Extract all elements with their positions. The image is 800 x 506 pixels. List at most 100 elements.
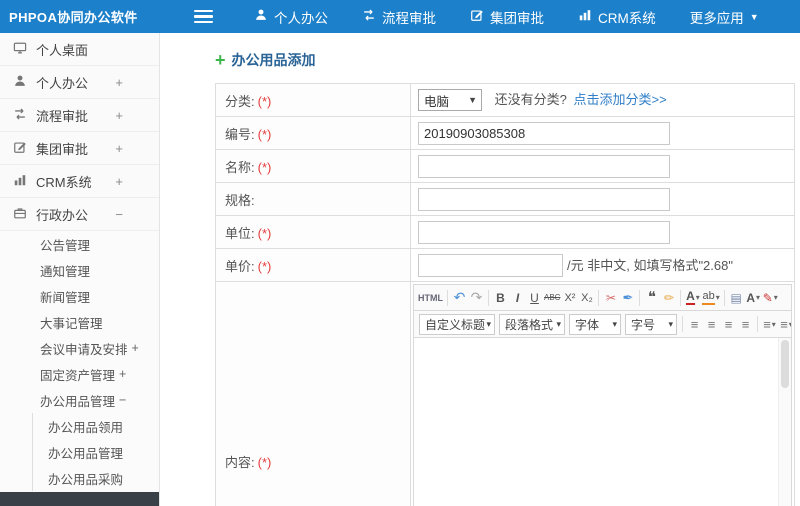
editor-scrollbar[interactable] bbox=[778, 338, 791, 506]
sidebar-item-meeting-request[interactable]: 会议申请及安排 + bbox=[0, 335, 159, 361]
chevron-down-icon: ▾ bbox=[789, 320, 791, 329]
edit-icon bbox=[470, 8, 490, 25]
align-center-button[interactable]: ≡ bbox=[703, 314, 720, 334]
category-label-cell: 分类: (*) bbox=[215, 83, 411, 117]
paragraph-format-select[interactable]: 段落格式 ▾ bbox=[499, 313, 565, 335]
blockquote-button[interactable]: ❝ bbox=[643, 288, 660, 308]
sidebar-item-supplies-purchase[interactable]: 办公用品采购 bbox=[33, 465, 159, 491]
unit-label-cell: 单位: (*) bbox=[215, 215, 411, 249]
sidebar-item-events-mgmt[interactable]: 大事记管理 bbox=[0, 309, 159, 335]
sidebar-selected-strip[interactable] bbox=[0, 492, 159, 506]
font-family-select[interactable]: 字体 ▾ bbox=[569, 313, 621, 335]
subscript-button[interactable]: X₂ bbox=[578, 288, 595, 308]
sidebar-item-personal-office[interactable]: 个人办公 + bbox=[0, 66, 159, 99]
category-select[interactable]: 电脑 ▼ bbox=[418, 89, 482, 112]
sidebar-item-personal-desktop[interactable]: 个人桌面 bbox=[0, 33, 159, 66]
sidebar-item-supplies-manage[interactable]: 办公用品管理 bbox=[33, 439, 159, 465]
nav-label: 更多应用 bbox=[689, 10, 744, 26]
bold-button[interactable]: B bbox=[492, 288, 509, 308]
font-size-select[interactable]: 字号 ▾ bbox=[625, 313, 677, 335]
heading-select[interactable]: 自定义标题 ▾ bbox=[419, 313, 495, 335]
chevron-down-icon: ▼ bbox=[468, 95, 477, 106]
nav-label: 个人办公 bbox=[274, 10, 328, 26]
font-color-button[interactable]: A ▾ bbox=[684, 288, 701, 308]
form-row-category: 分类: (*) 电脑 ▼ 还没有分类? 点击添加分类>> bbox=[215, 83, 795, 117]
add-category-link[interactable]: 点击添加分类>> bbox=[573, 92, 666, 107]
form-row-spec: 规格: bbox=[215, 182, 795, 216]
sidebar-item-announcement-mgmt[interactable]: 公告管理 bbox=[0, 231, 159, 257]
undo-button[interactable]: ↶ bbox=[451, 288, 468, 308]
nav-group-approval[interactable]: 集团审批 bbox=[453, 0, 561, 33]
spec-input[interactable] bbox=[418, 187, 670, 211]
italic-button[interactable]: I bbox=[509, 288, 526, 308]
sidebar-item-crm-system[interactable]: CRM系统 + bbox=[0, 165, 159, 198]
chart-icon bbox=[578, 8, 598, 25]
toolbar-divider bbox=[598, 289, 600, 306]
sidebar-item-admin-office[interactable]: 行政办公 − bbox=[0, 198, 159, 231]
nav-personal-office[interactable]: 个人办公 bbox=[237, 0, 345, 33]
align-justify-button[interactable]: ≡ bbox=[737, 314, 754, 334]
toolbar-divider bbox=[723, 289, 725, 306]
menu-icon[interactable] bbox=[194, 10, 213, 23]
nav-crm-system[interactable]: CRM系统 bbox=[561, 0, 673, 33]
name-input[interactable] bbox=[418, 154, 670, 178]
insert-table-button[interactable]: ▤ bbox=[728, 288, 745, 308]
font-select-value: 字体 bbox=[575, 317, 600, 332]
sidebar-item-label: 个人办公 bbox=[36, 75, 89, 91]
nav-label: 集团审批 bbox=[490, 10, 544, 26]
code-label-cell: 编号: (*) bbox=[215, 116, 411, 150]
text-style-button[interactable]: A ▾ bbox=[745, 288, 762, 308]
html-source-button[interactable]: HTML bbox=[417, 288, 444, 308]
spec-control-cell bbox=[410, 182, 795, 216]
form-row-unit: 单位: (*) bbox=[215, 215, 795, 249]
underline-button[interactable]: U bbox=[526, 288, 543, 308]
content-label-cell: 内容: (*) bbox=[215, 281, 411, 506]
superscript-button[interactable]: X² bbox=[561, 288, 578, 308]
add-icon: + bbox=[215, 50, 226, 70]
sidebar-item-label: 办公用品管理 bbox=[40, 394, 116, 409]
sidebar-item-supplies-claim[interactable]: 办公用品领用 bbox=[33, 413, 159, 439]
sidebar-item-fixed-assets-mgmt[interactable]: 固定资产管理 + bbox=[0, 361, 159, 387]
toolbar-divider bbox=[680, 289, 682, 306]
page-title: 办公用品添加 bbox=[231, 52, 316, 68]
nav-label: 流程审批 bbox=[382, 10, 436, 26]
format-brush-button[interactable]: ✒ bbox=[619, 288, 636, 308]
pen-dropdown-button[interactable]: ✎ ▾ bbox=[762, 288, 779, 308]
pen-button[interactable]: ✏ bbox=[660, 288, 677, 308]
unit-control-cell bbox=[410, 215, 795, 249]
scrollbar-thumb[interactable] bbox=[781, 340, 789, 388]
unordered-list-button[interactable]: ≡▾ bbox=[778, 314, 791, 334]
sidebar-item-label: 固定资产管理 bbox=[40, 368, 116, 383]
background-color-button[interactable]: ab ▾ bbox=[701, 288, 720, 308]
price-suffix: /元 非中文, 如填写格式"2.68" bbox=[567, 257, 733, 273]
align-left-button[interactable]: ≡ bbox=[686, 314, 703, 334]
form-row-price: 单价: (*) /元 非中文, 如填写格式"2.68" bbox=[215, 248, 795, 282]
editor-content[interactable] bbox=[413, 338, 792, 506]
field-label: 名称: bbox=[225, 159, 255, 175]
sidebar-item-notice-mgmt[interactable]: 通知管理 bbox=[0, 257, 159, 283]
nav-workflow-approval[interactable]: 流程审批 bbox=[345, 0, 453, 33]
sidebar-item-label: 办公用品领用 bbox=[48, 420, 124, 435]
align-right-button[interactable]: ≡ bbox=[720, 314, 737, 334]
chevron-down-icon: ▾ bbox=[715, 293, 720, 302]
sidebar-item-group-approval[interactable]: 集团审批 + bbox=[0, 132, 159, 165]
category-control-cell: 电脑 ▼ 还没有分类? 点击添加分类>> bbox=[410, 83, 795, 117]
clear-format-button[interactable]: ✂ bbox=[602, 288, 619, 308]
price-input[interactable] bbox=[418, 253, 563, 277]
office-supplies-submenu: 办公用品领用 办公用品管理 办公用品采购 bbox=[32, 413, 159, 491]
unit-input[interactable] bbox=[418, 220, 670, 244]
ordered-list-button[interactable]: ≡ ▾ bbox=[761, 314, 778, 334]
sidebar-item-workflow-approval[interactable]: 流程审批 + bbox=[0, 99, 159, 132]
strikethrough-button[interactable]: ABC bbox=[543, 288, 561, 308]
nav-more-apps[interactable]: 更多应用 ▼ bbox=[673, 0, 776, 33]
chevron-down-icon: ▾ bbox=[771, 319, 776, 329]
chevron-down-icon: ▾ bbox=[612, 318, 617, 329]
desktop-icon bbox=[13, 41, 36, 58]
sidebar-item-office-supplies-mgmt[interactable]: 办公用品管理 − bbox=[0, 387, 159, 413]
code-input[interactable] bbox=[418, 121, 670, 145]
redo-button[interactable]: ↷ bbox=[468, 288, 485, 308]
field-label: 内容: bbox=[225, 454, 255, 470]
sidebar-item-news-mgmt[interactable]: 新闻管理 bbox=[0, 283, 159, 309]
flow-icon bbox=[362, 8, 382, 25]
chevron-down-icon: ▾ bbox=[668, 318, 673, 329]
